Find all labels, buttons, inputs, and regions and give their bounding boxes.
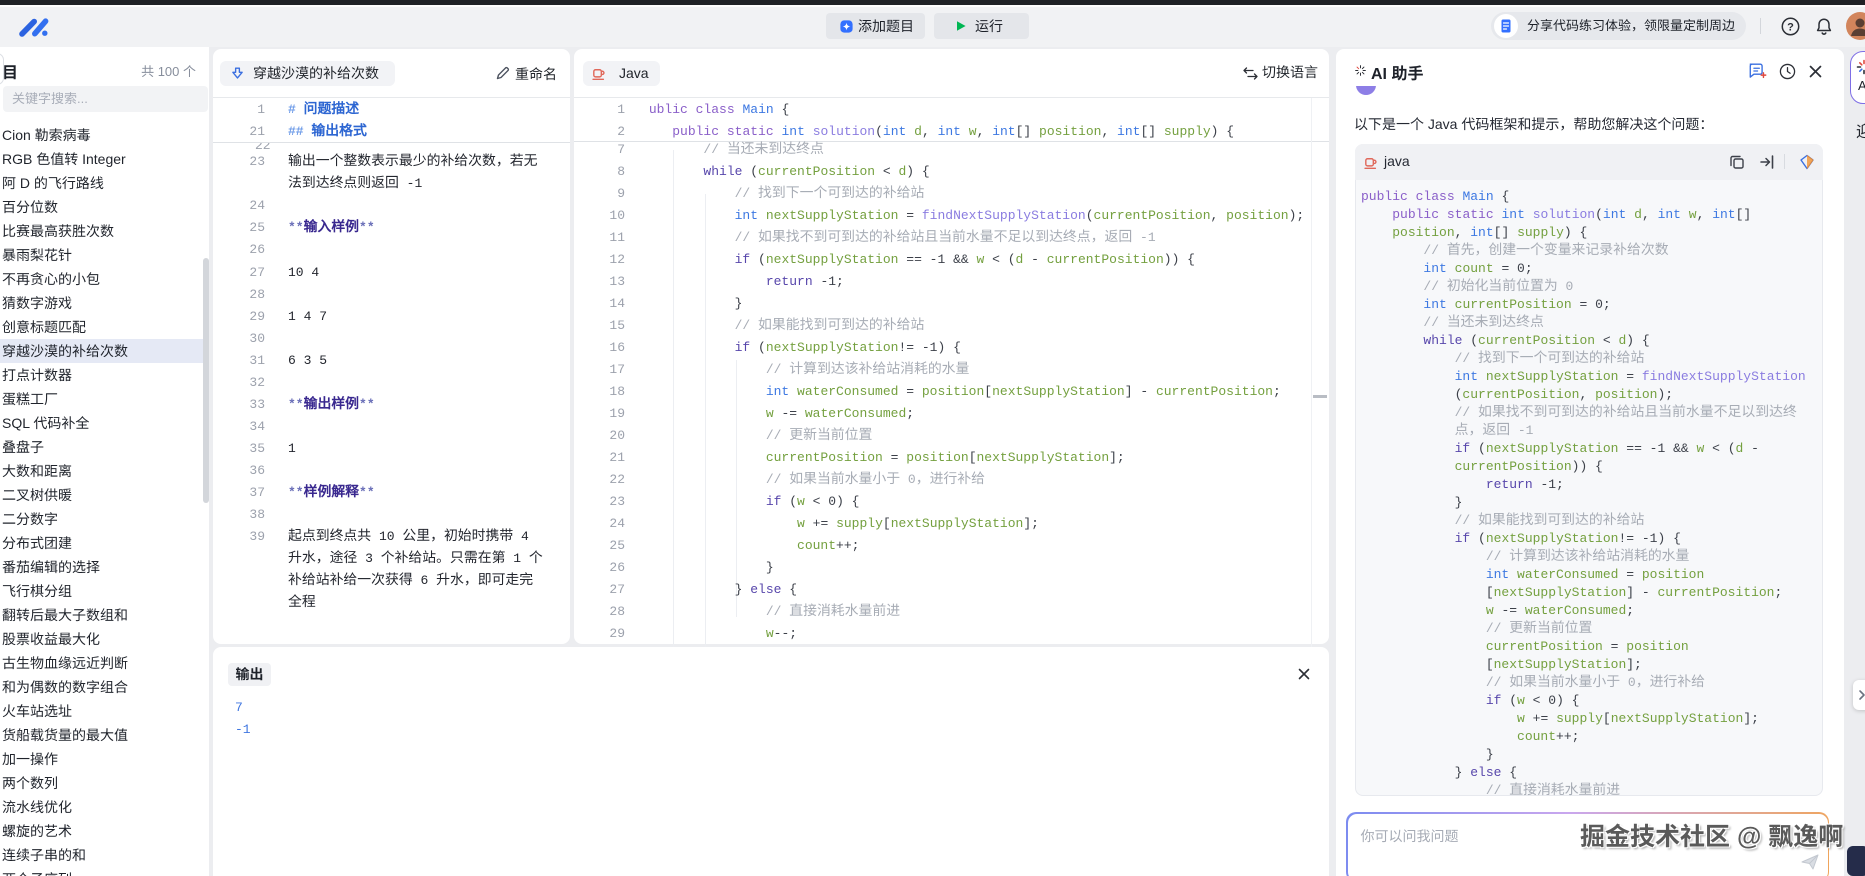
svg-text:?: ? xyxy=(1787,22,1794,34)
